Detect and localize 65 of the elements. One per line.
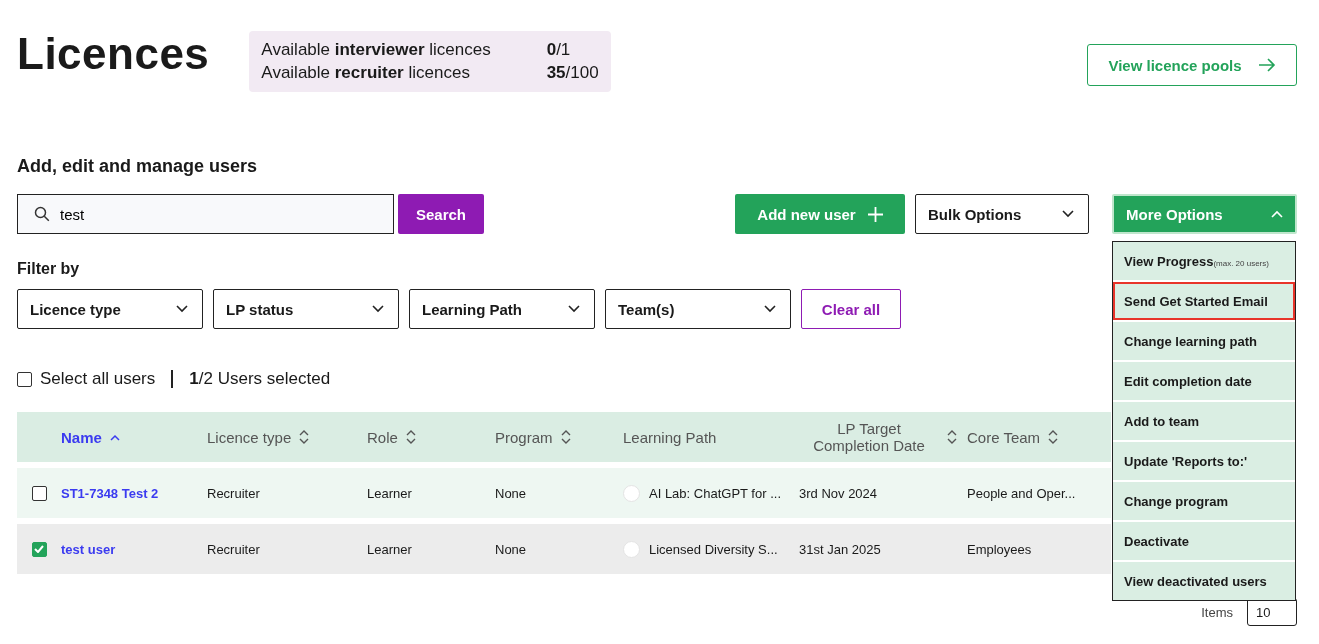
table-cell: Recruiter (207, 541, 260, 557)
menu-item[interactable]: View deactivated users (1113, 562, 1295, 600)
column-header[interactable]: LP Target Completion Date (799, 420, 939, 454)
menu-item[interactable]: Deactivate (1113, 522, 1295, 560)
column-header[interactable]: Name (61, 428, 102, 446)
table-cell: Learner (367, 541, 412, 557)
column-header[interactable]: Role (367, 428, 398, 446)
column-header[interactable]: Core Team (967, 428, 1041, 446)
clear-all-button[interactable]: Clear all (801, 289, 901, 329)
menu-item[interactable]: Add to team (1113, 402, 1295, 440)
table-cell: AI Lab: ChatGPT for ... (649, 485, 781, 501)
menu-item[interactable]: Update 'Reports to:' (1113, 442, 1295, 480)
search-button[interactable]: Search (398, 194, 484, 234)
table-cell: 3rd Nov 2024 (799, 485, 878, 501)
chevron-down-icon (568, 305, 580, 313)
chevron-icon (1271, 210, 1283, 218)
table-cell: Learner (367, 485, 412, 501)
search-icon (34, 206, 50, 222)
row-checkbox[interactable] (31, 485, 47, 501)
search-field[interactable]: test (17, 194, 394, 234)
filter-dropdown[interactable]: Licence type (17, 289, 203, 329)
table-cell: Recruiter (207, 485, 260, 501)
table-cell: None (495, 541, 527, 557)
table-row[interactable]: ST1-7348 Test 2 Recruiter Learner None AI Lab: ChatGPT for ... 3rd Nov 2024 People and Oper... (17, 468, 1111, 518)
menu-item[interactable]: Change program (1113, 482, 1295, 520)
bulk-options-dropdown[interactable]: Bulk Options (915, 194, 1089, 234)
checkbox[interactable] (17, 371, 32, 387)
menu-item[interactable]: Edit completion date (1113, 362, 1295, 400)
table-row[interactable]: test user Recruiter Learner None Licensed Diversity S... 31st Jan 2025 Employees (17, 524, 1111, 574)
select-all-label: Select all users (40, 369, 156, 389)
menu-item[interactable]: Send Get Started Email (1113, 282, 1295, 320)
licence-count: 35/100 (546, 63, 599, 83)
items-label: Items (1201, 604, 1233, 620)
section-title: Add, edit and manage users (17, 156, 259, 177)
status-circle-icon (623, 484, 640, 502)
user-name-link[interactable]: ST1-7348 Test 2 (61, 485, 159, 501)
menu-item[interactable]: Change learning path (1113, 322, 1295, 360)
plus-icon (867, 206, 883, 222)
filter-dropdown[interactable]: Team(s) (605, 289, 791, 329)
table-cell: None (495, 485, 527, 501)
licence-label: Available interviewer licences (261, 40, 491, 60)
row-checkbox[interactable] (31, 541, 47, 557)
licence-label: Available recruiter licences (261, 63, 471, 83)
page-size-dropdown[interactable]: 10 (1247, 598, 1297, 626)
status-circle-icon (623, 540, 640, 558)
chevron-down-icon (372, 305, 384, 313)
table-cell: 31st Jan 2025 (799, 541, 881, 557)
menu-item[interactable]: View Progress(max. 20 users) (1113, 242, 1295, 280)
user-name-link[interactable]: test user (61, 541, 116, 557)
chevron-down-icon (764, 305, 776, 313)
column-header: Learning Path (623, 428, 717, 446)
licence-count: 0/1 (546, 40, 572, 60)
filter-dropdown[interactable]: LP status (213, 289, 399, 329)
page-title: Licences (17, 31, 210, 75)
filter-dropdown[interactable]: Learning Path (409, 289, 595, 329)
chevron-down-icon (1062, 210, 1074, 218)
column-header[interactable]: Licence type (207, 428, 292, 446)
table-cell: Employees (967, 541, 1032, 557)
table-cell: People and Oper... (967, 485, 1076, 501)
chevron-down-icon (176, 305, 188, 313)
table-cell: Licensed Diversity S... (649, 541, 778, 557)
column-header[interactable]: Program (495, 428, 553, 446)
arrow-right-icon (1257, 58, 1276, 72)
filter-label: Filter by (17, 260, 80, 278)
selected-count: 1/2 Users selected (189, 369, 331, 389)
